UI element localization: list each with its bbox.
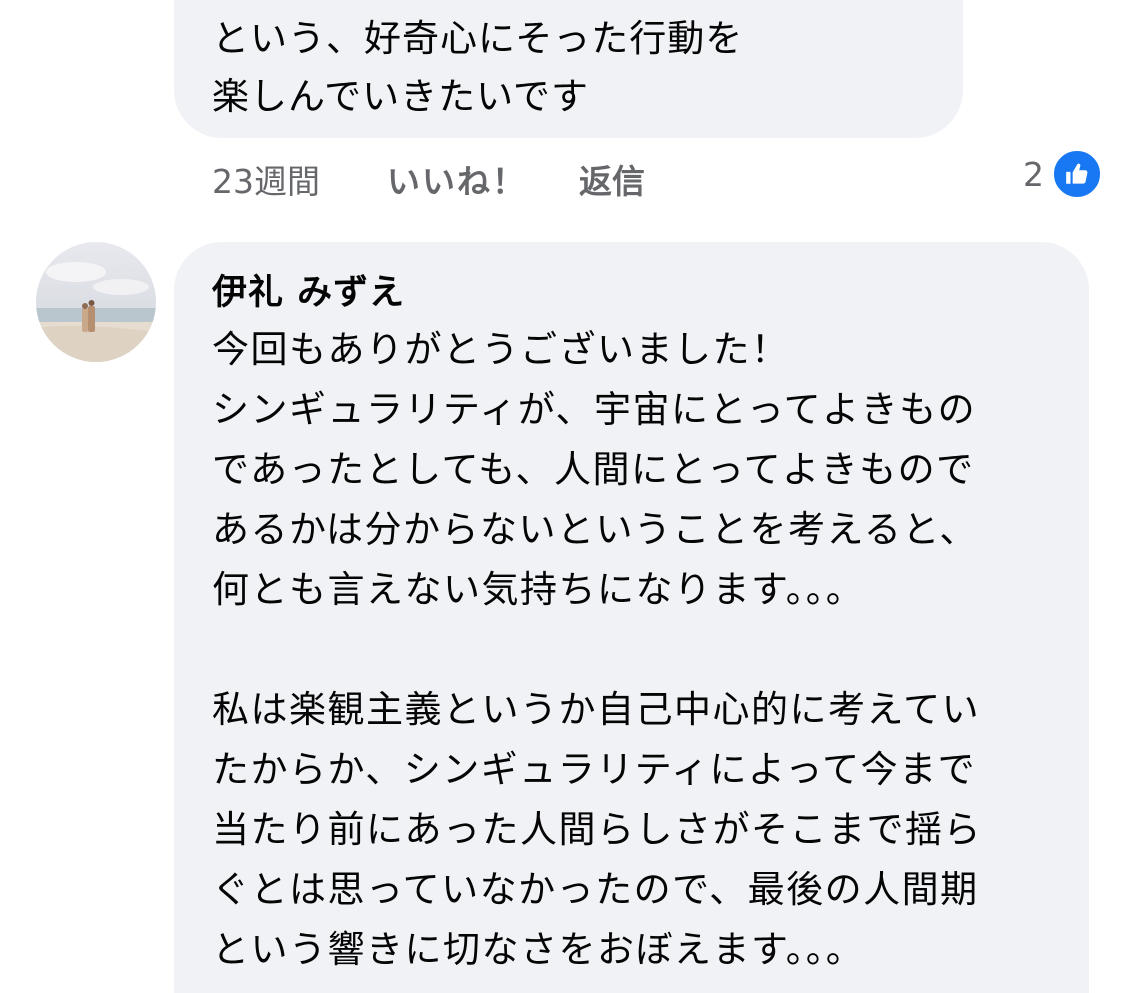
- comment-line: 当たり前にあった人間らしさがそこまで揺ら: [212, 808, 982, 851]
- comment-line: 何とも言えない気持ちになります。。。: [212, 568, 865, 611]
- comment-line: 私は楽観主義というか自己中心的に考えてい: [212, 688, 981, 731]
- comment-line: であったとしても、人間にとってよきもので: [212, 448, 975, 491]
- previous-comment-line: 楽しんでいきたいです: [212, 75, 590, 118]
- previous-comment-line: という、好奇心にそった行動を: [212, 17, 744, 60]
- comment-line: という響きに切なさをおぼえます。。。: [212, 928, 865, 971]
- comment-timestamp[interactable]: 23週間: [212, 155, 320, 203]
- like-button[interactable]: いいね！: [387, 155, 527, 203]
- reply-button[interactable]: 返信: [579, 155, 645, 203]
- comment-line: あるかは分からないということを考えると、: [212, 508, 978, 551]
- comment-line: 今回もありがとうございました！: [212, 328, 790, 371]
- comment-actions: 23週間 いいね！ 返信 2: [212, 149, 1102, 203]
- previous-comment-text: という、好奇心にそった行動を 楽しんでいきたいです: [212, 10, 743, 126]
- avatar[interactable]: [36, 242, 156, 362]
- comment-author[interactable]: 伊礼 みずえ: [212, 264, 405, 315]
- comment-bubble: 伊礼 みずえ 今回もありがとうございました！ シンギュラリティが、宇宙にとってよ…: [174, 242, 1089, 993]
- thumbs-up-icon: [1052, 149, 1102, 199]
- reaction-summary[interactable]: 2: [1023, 149, 1102, 199]
- comment-line: たからか、シンギュラリティによって今まで: [212, 748, 977, 791]
- comment-body: 今回もありがとうございました！ シンギュラリティが、宇宙にとってよきもの であっ…: [212, 320, 982, 980]
- previous-comment-bubble: という、好奇心にそった行動を 楽しんでいきたいです: [174, 0, 963, 138]
- comment-line: ぐとは思っていなかったので、最後の人間期: [212, 868, 979, 911]
- comment-thread: という、好奇心にそった行動を 楽しんでいきたいです 23週間 いいね！ 返信 2: [0, 0, 1125, 993]
- reaction-count: 2: [1023, 154, 1044, 194]
- comment-line: シンギュラリティが、宇宙にとってよきもの: [212, 388, 977, 431]
